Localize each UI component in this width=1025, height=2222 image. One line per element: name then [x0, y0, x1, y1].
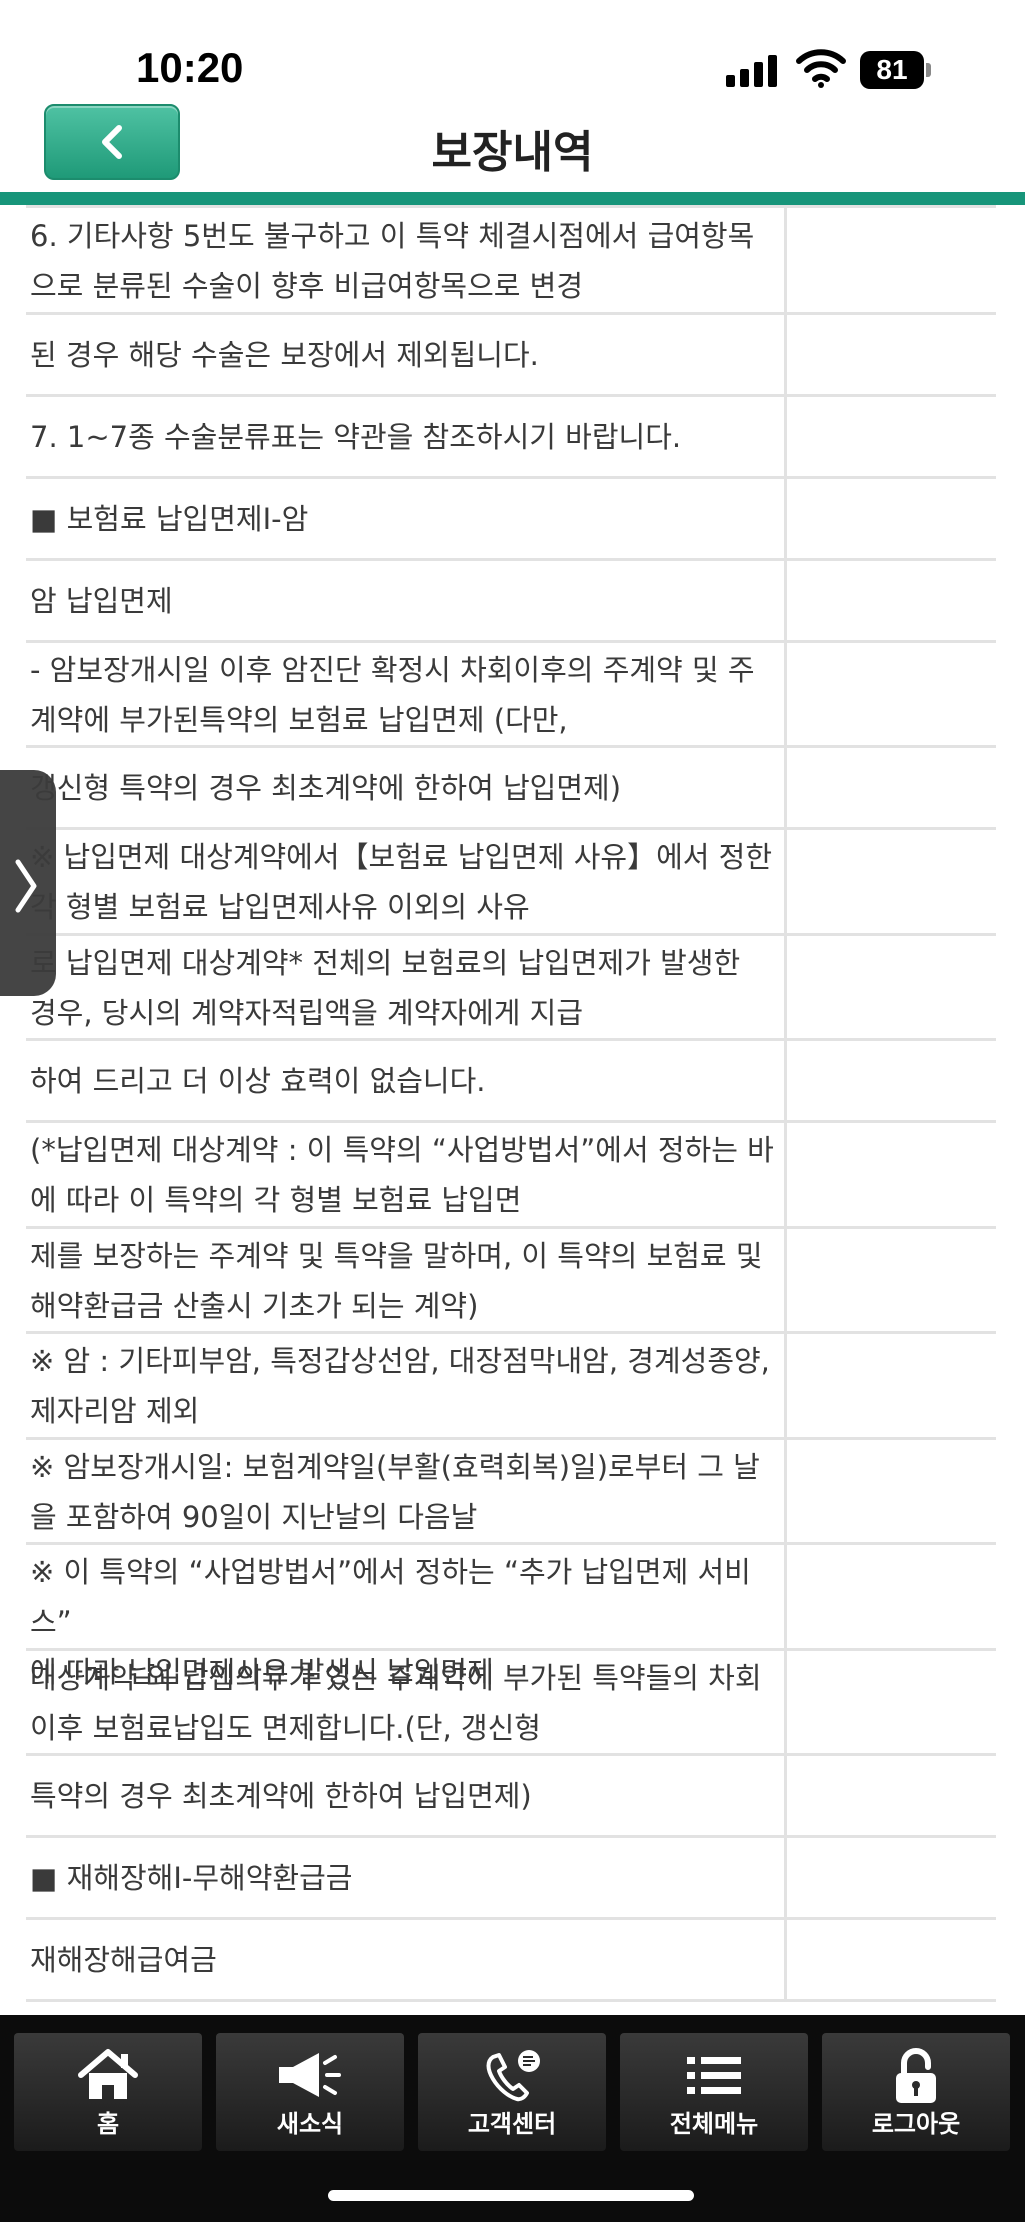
table-row: ※ 납입면제 대상계약에서【보험료 납입면제 사유】에서 정한 각 형별 보험료…	[26, 830, 996, 936]
wifi-icon	[796, 48, 846, 88]
table-row: 하여 드리고 더 이상 효력이 없습니다.	[26, 1041, 996, 1123]
tab-label: 고객센터	[467, 2110, 557, 2138]
row-text: 7. 1~7종 수술분류표는 약관을 참조하시기 바랍니다.	[30, 420, 682, 454]
table-row: ※ 이 특약의 “사업방법서”에서 정하는 “추가 납입면제 서비스” 에 따라…	[26, 1545, 996, 1689]
coverage-table[interactable]: 6. 기타사항 5번도 불구하고 이 특약 체결시점에서 급여항목 으로 분류된…	[0, 205, 1025, 2015]
row-text: 로 납입면제 대상계약* 전체의 보험료의 납입면제가 발생한 경우, 당시의 …	[30, 946, 741, 1030]
table-row: 특약의 경우 최초계약에 한하여 납입면제)	[26, 1756, 996, 1838]
table-row: ■ 재해장해I-무해약환급금	[26, 1838, 996, 1920]
status-time: 10:20	[136, 44, 244, 91]
table-row: 재해장해급여금	[26, 1920, 996, 2002]
status-bar: 10:20 81	[0, 0, 1025, 100]
tab-customer-center[interactable]: 고객센터	[418, 2033, 606, 2151]
table-row: 암 납입면제	[26, 561, 996, 643]
row-text: 제를 보장하는 주계약 및 특약을 말하며, 이 특약의 보험료 및 해약환급금…	[30, 1239, 763, 1323]
row-text: 6. 기타사항 5번도 불구하고 이 특약 체결시점에서 급여항목 으로 분류된…	[30, 219, 755, 303]
battery-icon: 81	[860, 51, 932, 89]
header-divider	[0, 192, 1025, 205]
battery-level: 81	[860, 51, 924, 89]
phone-icon	[486, 2050, 540, 2102]
lock-icon	[896, 2048, 936, 2103]
row-text: 갱신형 특약의 경우 최초계약에 한하여 납입면제)	[30, 771, 622, 805]
row-text: ※ 암보장개시일: 보험계약일(부활(효력회복)일)로부터 그 날 을 포함하여…	[30, 1450, 760, 1534]
row-text: - 암보장개시일 이후 암진단 확정시 차회이후의 주계약 및 주 계약에 부가…	[30, 653, 755, 737]
table-row: 된 경우 해당 수술은 보장에서 제외됩니다.	[26, 315, 996, 397]
row-text: ■ 보험료 납입면제I-암	[30, 502, 309, 536]
table-row: 7. 1~7종 수술분류표는 약관을 참조하시기 바랍니다.	[26, 397, 996, 479]
table-row: 제를 보장하는 주계약 및 특약을 말하며, 이 특약의 보험료 및 해약환급금…	[26, 1229, 996, 1334]
side-drawer-handle[interactable]	[0, 770, 56, 996]
row-text: 암 납입면제	[30, 584, 173, 618]
tab-label: 로그아웃	[871, 2110, 961, 2138]
row-text: 대상계약 외 납입의무가 있는 주계약에 부가된 특약들의 차회 이후 보험료납…	[30, 1661, 762, 1745]
tab-home[interactable]: 홈	[14, 2033, 202, 2151]
home-icon	[78, 2049, 138, 2099]
table-row: (*납입면제 대상계약 : 이 특약의 “사업방법서”에서 정하는 바 에 따라…	[26, 1123, 996, 1229]
nav-header: 보장내역	[0, 100, 1025, 192]
tab-label: 새소식	[276, 2110, 344, 2138]
row-text: 특약의 경우 최초계약에 한하여 납입면제)	[30, 1779, 532, 1813]
table-row: - 암보장개시일 이후 암진단 확정시 차회이후의 주계약 및 주 계약에 부가…	[26, 643, 996, 748]
tab-label: 전체메뉴	[669, 2110, 759, 2138]
table-row: 로 납입면제 대상계약* 전체의 보험료의 납입면제가 발생한 경우, 당시의 …	[26, 936, 996, 1041]
chevron-right-icon	[15, 859, 37, 913]
megaphone-icon	[279, 2053, 341, 2097]
row-text: 재해장해급여금	[30, 1943, 217, 1977]
tab-label: 홈	[96, 2110, 120, 2138]
tab-logout[interactable]: 로그아웃	[822, 2033, 1010, 2151]
row-text: ■ 재해장해I-무해약환급금	[30, 1861, 353, 1895]
row-text: (*납입면제 대상계약 : 이 특약의 “사업방법서”에서 정하는 바 에 따라…	[30, 1133, 774, 1217]
row-text: ※ 암 : 기타피부암, 특정갑상선암, 대장점막내암, 경계성종양, 제자리암…	[30, 1344, 770, 1428]
tab-all-menu[interactable]: 전체메뉴	[620, 2033, 808, 2151]
table-row: ■ 보험료 납입면제I-암	[26, 479, 996, 561]
tab-news[interactable]: 새소식	[216, 2033, 404, 2151]
page-title: 보장내역	[431, 127, 594, 178]
table-row: 대상계약 외 납입의무가 있는 주계약에 부가된 특약들의 차회 이후 보험료납…	[26, 1651, 996, 1756]
table-row: ※ 암 : 기타피부암, 특정갑상선암, 대장점막내암, 경계성종양, 제자리암…	[26, 1334, 996, 1440]
table-row: 6. 기타사항 5번도 불구하고 이 특약 체결시점에서 급여항목 으로 분류된…	[26, 205, 996, 315]
table-row: 갱신형 특약의 경우 최초계약에 한하여 납입면제)	[26, 748, 996, 830]
row-text: 된 경우 해당 수술은 보장에서 제외됩니다.	[30, 338, 539, 372]
cellular-signal-icon	[726, 55, 782, 87]
menu-icon	[687, 2057, 741, 2094]
row-text: ※ 납입면제 대상계약에서【보험료 납입면제 사유】에서 정한 각 형별 보험료…	[30, 840, 773, 924]
row-text: 하여 드리고 더 이상 효력이 없습니다.	[30, 1064, 486, 1098]
table-row: ※ 암보장개시일: 보험계약일(부활(효력회복)일)로부터 그 날 을 포함하여…	[26, 1440, 996, 1545]
home-indicator[interactable]	[328, 2190, 694, 2201]
